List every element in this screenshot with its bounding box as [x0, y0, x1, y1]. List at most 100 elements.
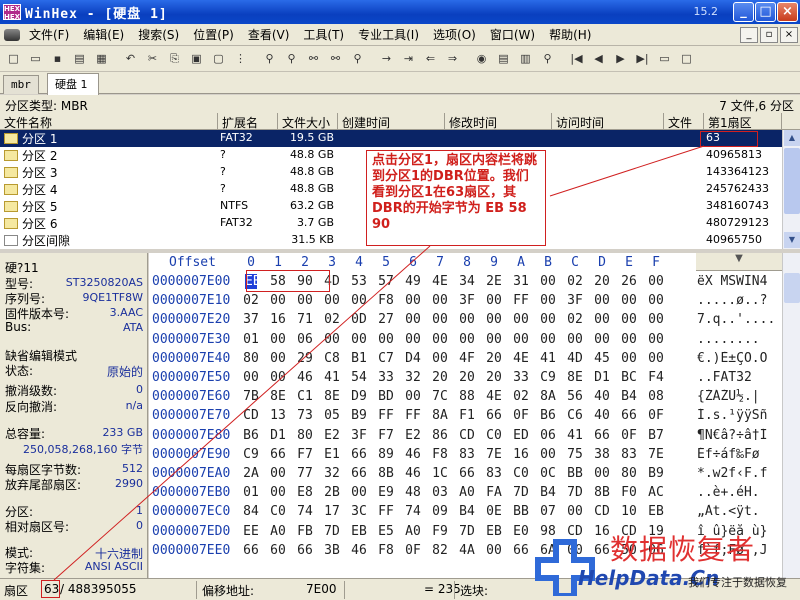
close-button[interactable]: × [777, 2, 798, 22]
hex-byte[interactable]: CD [592, 504, 612, 519]
hex-byte[interactable]: 16 [511, 447, 531, 462]
hex-byte[interactable]: 00 [241, 370, 261, 385]
hex-byte[interactable]: 00 [349, 293, 369, 308]
hex-byte[interactable]: 7D [511, 485, 531, 500]
hex-byte[interactable]: 40 [592, 408, 612, 423]
hex-byte[interactable]: 0D [349, 312, 369, 327]
hex-byte[interactable]: 4E [511, 351, 531, 366]
hex-byte[interactable]: 07 [538, 504, 558, 519]
hex-byte[interactable]: B6 [538, 408, 558, 423]
mdi-close-icon[interactable]: × [780, 27, 798, 43]
hex-byte[interactable]: B9 [646, 466, 666, 481]
hex-byte[interactable]: 75 [565, 447, 585, 462]
new-file-icon[interactable]: □ [3, 49, 24, 69]
ascii-text[interactable]: .....ø..? [697, 293, 782, 308]
hex-byte[interactable]: 77 [295, 466, 315, 481]
hex-byte[interactable]: B4 [457, 504, 477, 519]
hex-byte[interactable]: 71 [295, 312, 315, 327]
hex-byte[interactable]: 00 [538, 274, 558, 289]
menu-edit[interactable]: 编辑(E) [76, 26, 131, 43]
hex-row[interactable]: 0000007E80 B6 D1 80 E2 3F F7 E2 86 CD C0 ED 06 41 66 0F… [149, 427, 782, 446]
hex-byte[interactable]: 8A [430, 408, 450, 423]
hex-byte[interactable]: 00 [268, 370, 288, 385]
hex-byte[interactable]: 7C [430, 389, 450, 404]
hex-byte[interactable]: 4A [457, 543, 477, 558]
hex-byte[interactable]: 82 [430, 543, 450, 558]
binary-icon[interactable]: ⋮ [230, 49, 251, 69]
menu-pro-tools[interactable]: 专业工具(I) [351, 26, 426, 43]
scroll-thumb[interactable] [784, 273, 800, 303]
hex-byte[interactable]: 20 [484, 370, 504, 385]
menu-search[interactable]: 搜索(S) [131, 26, 186, 43]
hex-byte[interactable]: 33 [376, 370, 396, 385]
hex-row[interactable]: 0000007E40 80 00 29 C8 B1 C7 D4 00 4F 20 4E 41 4D 45 00… [149, 350, 782, 369]
calculator-icon[interactable]: ▥ [515, 49, 536, 69]
hex-byte[interactable]: 80 [241, 351, 261, 366]
hex-byte[interactable]: 00 [376, 332, 396, 347]
hex-byte[interactable]: D1 [592, 370, 612, 385]
hex-byte[interactable]: 00 [484, 312, 504, 327]
hex-byte[interactable]: 7E [484, 447, 504, 462]
hex-byte[interactable]: C8 [322, 351, 342, 366]
paste-icon[interactable]: ▣ [186, 49, 207, 69]
hex-byte[interactable]: 00 [268, 485, 288, 500]
hex-byte[interactable]: B1 [349, 351, 369, 366]
hex-byte[interactable]: 00 [268, 332, 288, 347]
hex-byte[interactable]: 26 [619, 274, 639, 289]
hex-byte[interactable]: 1C [430, 466, 450, 481]
hex-byte[interactable]: E0 [511, 524, 531, 539]
hex-byte[interactable]: 00 [646, 312, 666, 327]
hex-byte[interactable]: D1 [268, 428, 288, 443]
hex-byte[interactable]: 00 [619, 312, 639, 327]
hex-byte[interactable]: 46 [403, 466, 423, 481]
save-icon[interactable]: ▪ [47, 49, 68, 69]
hex-byte[interactable]: E1 [322, 447, 342, 462]
hex-byte[interactable]: F9 [430, 524, 450, 539]
hex-byte[interactable]: B4 [538, 485, 558, 500]
hex-byte[interactable]: 3C [349, 504, 369, 519]
undo-icon[interactable]: ↶ [120, 49, 141, 69]
hex-byte[interactable]: 88 [457, 389, 477, 404]
hex-byte[interactable]: 02 [565, 312, 585, 327]
hash-icon[interactable]: ⚲ [537, 49, 558, 69]
hex-byte[interactable]: AC [646, 485, 666, 500]
hex-byte[interactable]: 89 [376, 447, 396, 462]
hex-byte[interactable]: 41 [322, 370, 342, 385]
hex-byte[interactable]: BB [565, 466, 585, 481]
document-icon[interactable]: □ [676, 49, 697, 69]
hex-byte[interactable]: 8E [565, 370, 585, 385]
hex-row[interactable]: 0000007E70 CD 13 73 05 B9 FF FF 8A F1 66 0F B6 C6 40 66… [149, 407, 782, 426]
hex-byte[interactable]: 06 [538, 428, 558, 443]
col-extension[interactable]: 扩展名 [218, 113, 278, 130]
hex-byte[interactable]: F8 [376, 543, 396, 558]
hex-byte[interactable]: 86 [430, 428, 450, 443]
hex-byte[interactable]: 8E [322, 389, 342, 404]
maximize-button[interactable]: □ [755, 2, 776, 22]
hex-byte[interactable]: 3F [349, 428, 369, 443]
hex-byte[interactable]: 32 [403, 370, 423, 385]
hex-byte[interactable]: 00 [646, 332, 666, 347]
hex-byte[interactable]: 3B [322, 543, 342, 558]
hex-byte[interactable]: C0 [268, 504, 288, 519]
hex-byte[interactable]: 83 [457, 447, 477, 462]
hex-byte[interactable]: 34 [457, 274, 477, 289]
ascii-text[interactable]: ¶Ñ€â?÷â†Í [697, 428, 782, 443]
hex-byte[interactable]: 46 [349, 543, 369, 558]
col-modified[interactable]: 修改时间 [445, 113, 552, 130]
hex-byte[interactable]: 00 [403, 293, 423, 308]
hex-byte[interactable]: 01 [241, 332, 261, 347]
hex-byte[interactable]: 7D [322, 524, 342, 539]
hex-byte[interactable]: 09 [430, 504, 450, 519]
col-created[interactable]: 创建时间 [338, 113, 445, 130]
hex-byte[interactable]: 02 [565, 274, 585, 289]
hex-byte[interactable]: 57 [376, 274, 396, 289]
hex-byte[interactable]: 4E [430, 274, 450, 289]
forward-icon[interactable]: ⇒ [442, 49, 463, 69]
hex-byte[interactable]: 8B [592, 485, 612, 500]
menu-tools[interactable]: 工具(T) [296, 26, 351, 43]
hex-byte[interactable]: 38 [592, 447, 612, 462]
hex-byte[interactable]: 80 [295, 428, 315, 443]
hex-byte[interactable]: 00 [349, 485, 369, 500]
first-sector-icon[interactable]: |◀ [566, 49, 587, 69]
hex-byte[interactable]: F8 [430, 447, 450, 462]
